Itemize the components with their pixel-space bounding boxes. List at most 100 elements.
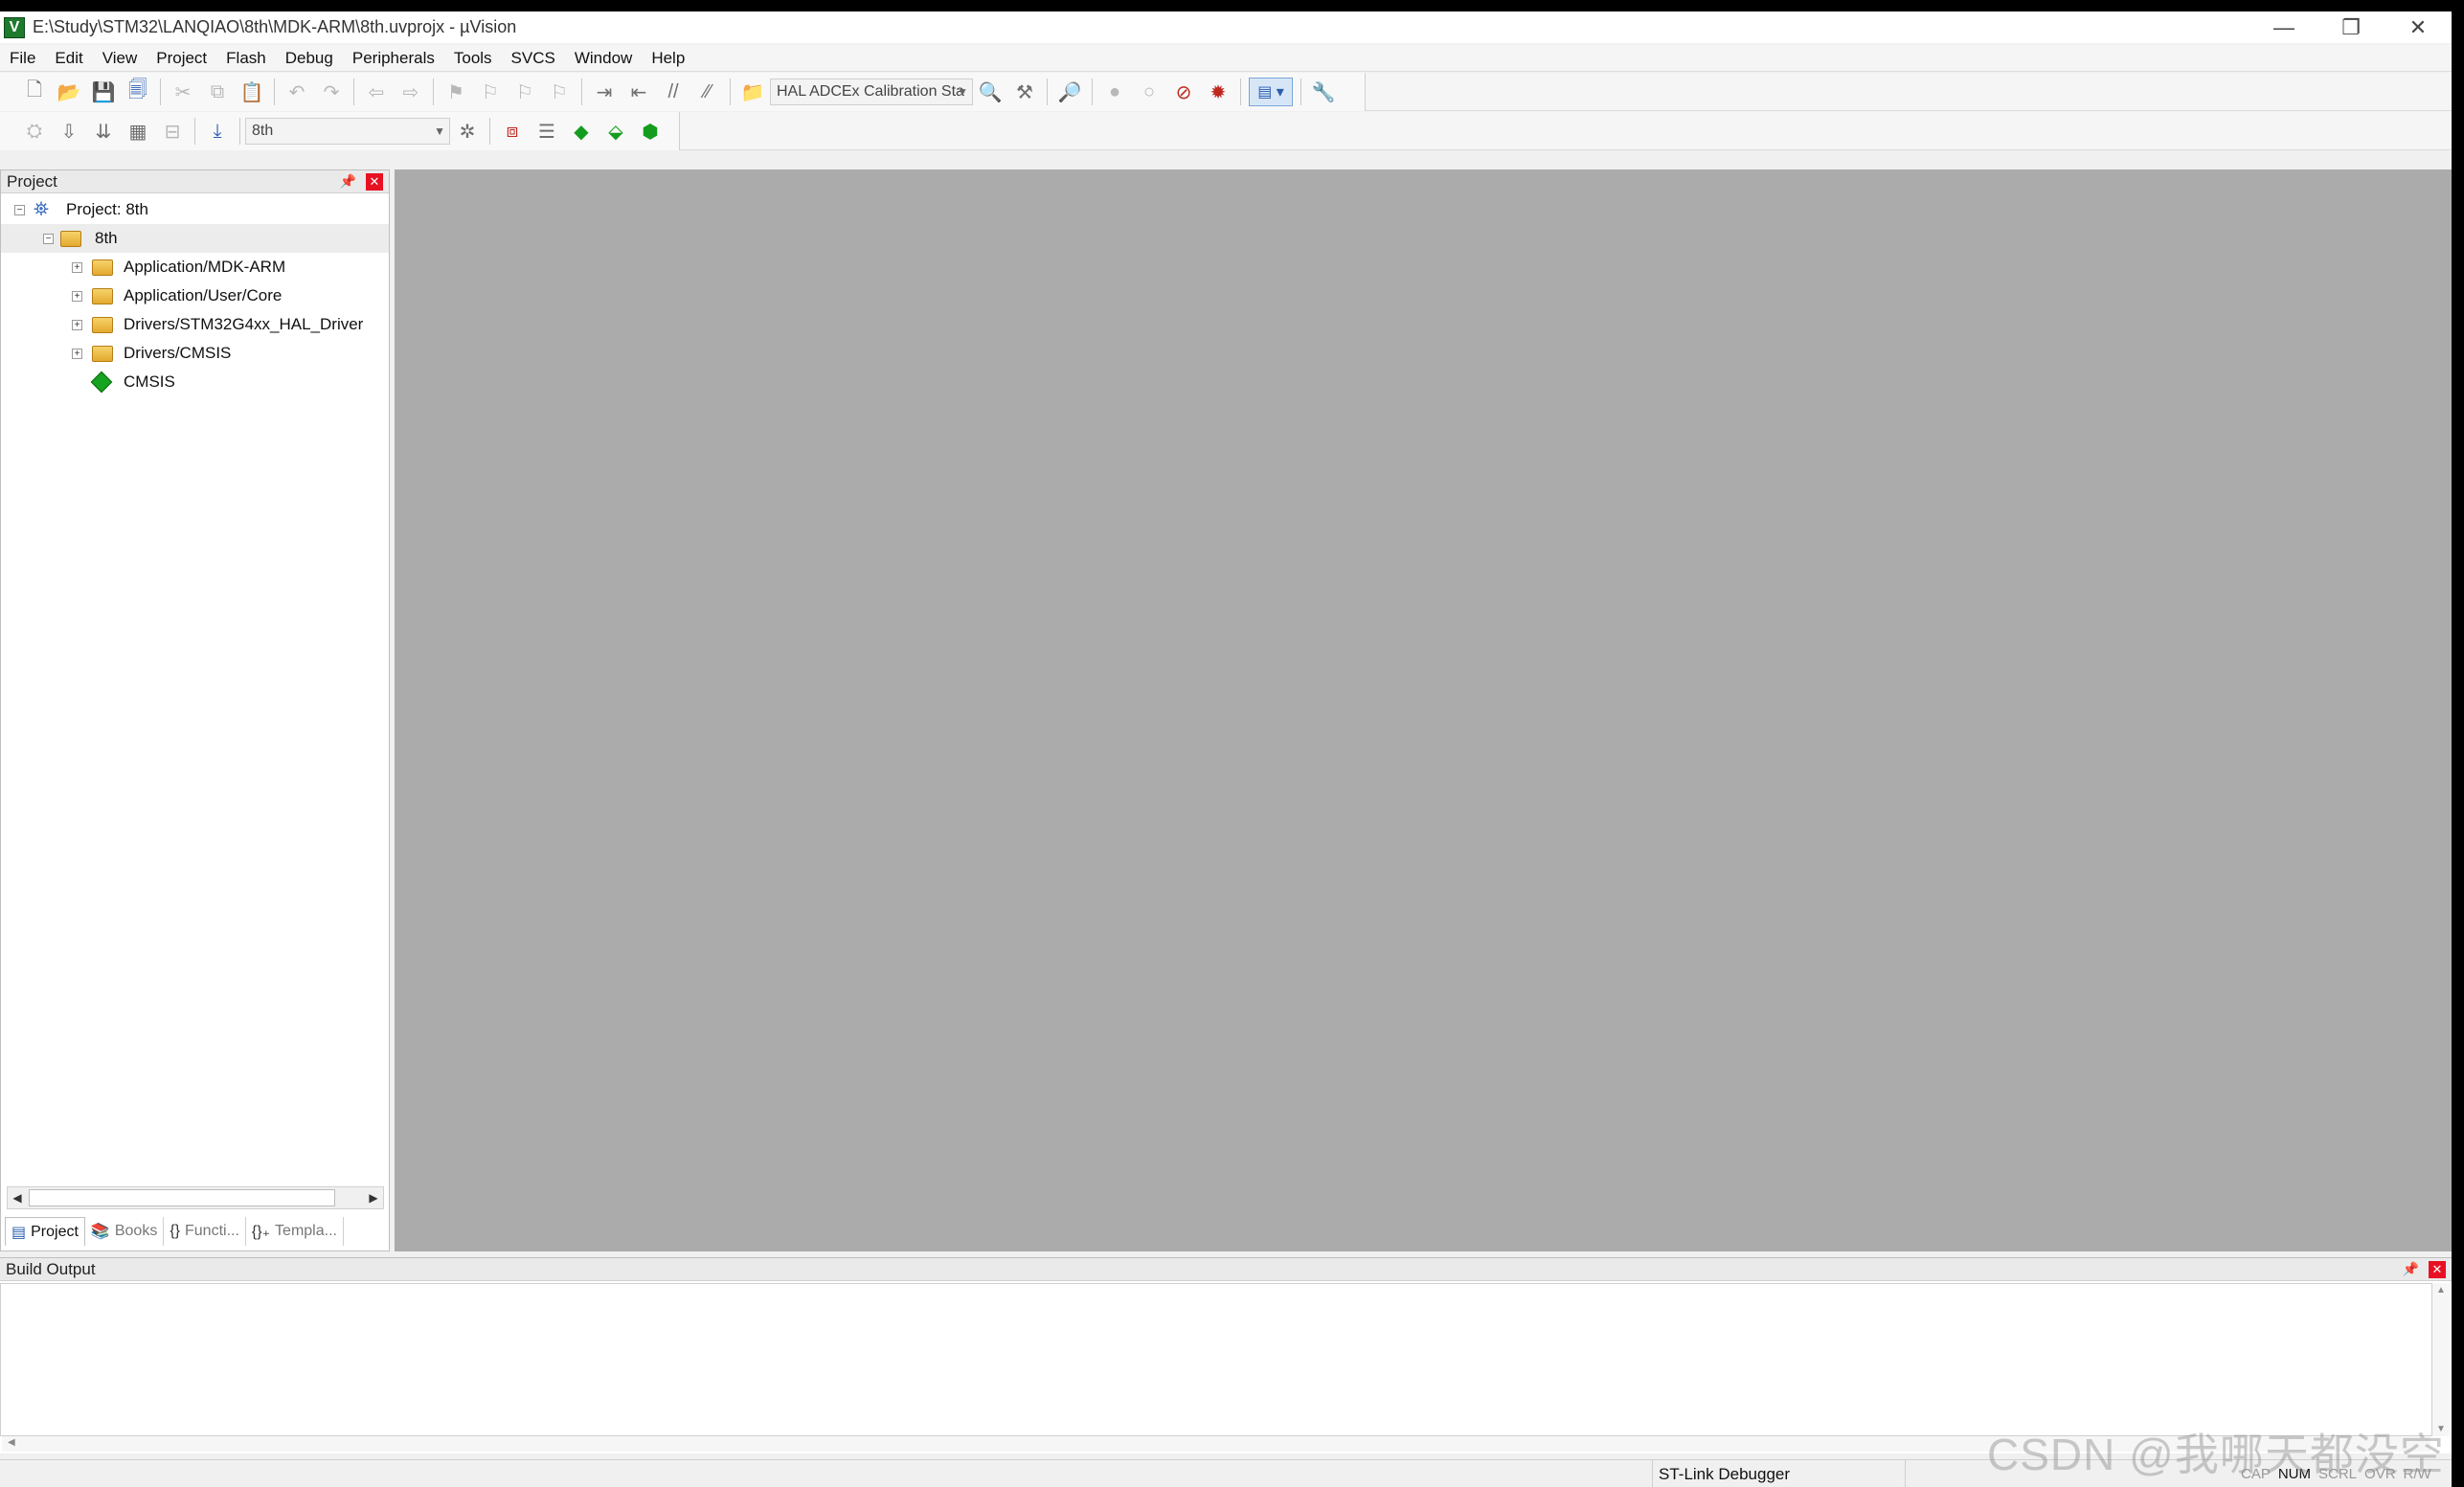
save-all-icon[interactable]: 🗐 — [124, 78, 152, 106]
bookmark-icon[interactable]: ⚑ — [441, 78, 470, 106]
editor-area[interactable] — [395, 169, 2452, 1251]
tree-label: Drivers/STM32G4xx_HAL_Driver — [124, 315, 364, 333]
navigate-back-icon[interactable]: ⇦ — [362, 78, 391, 106]
scroll-left-icon[interactable]: ◀ — [8, 1187, 27, 1208]
find-icon[interactable]: 🔍 — [976, 78, 1005, 106]
close-panel-icon[interactable]: ✕ — [2429, 1261, 2446, 1278]
tree-row-component[interactable]: CMSIS — [1, 368, 389, 396]
menu-file[interactable]: File — [0, 45, 45, 72]
close-panel-icon[interactable]: ✕ — [366, 173, 383, 191]
redo-icon[interactable]: ↷ — [317, 78, 346, 106]
kill-breakpoints-icon[interactable]: ✹ — [1204, 78, 1232, 106]
vertical-scrollbar[interactable]: ▲ ▼ — [2432, 1283, 2450, 1436]
clear-bookmarks-icon[interactable]: ⚐ — [545, 78, 574, 106]
enable-breakpoint-icon[interactable]: ○ — [1135, 78, 1164, 106]
menu-flash[interactable]: Flash — [216, 45, 276, 72]
menu-project[interactable]: Project — [147, 45, 216, 72]
open-file-icon[interactable]: 📂 — [55, 78, 83, 106]
restore-button[interactable]: ❐ — [2317, 11, 2385, 43]
tree-row-project-root[interactable]: − ⛯ Project: 8th — [1, 195, 389, 224]
minimize-button[interactable]: — — [2250, 11, 2317, 43]
new-file-icon[interactable]: 🗋 — [20, 78, 49, 106]
menu-edit[interactable]: Edit — [45, 45, 92, 72]
cut-icon[interactable]: ✂ — [169, 78, 197, 106]
menu-peripherals[interactable]: Peripherals — [343, 45, 444, 72]
menu-view[interactable]: View — [93, 45, 147, 72]
build-toolbar: ⛭ ⇩ ⇊ ▦ ⊟ ⤓ 8th ▼ ✲ ⧈ ☰ ◆ ⬙ ⬢ — [0, 112, 2452, 150]
pin-icon[interactable]: 📌 — [340, 173, 356, 190]
incremental-find-icon[interactable]: ⚒ — [1010, 78, 1039, 106]
tree-row-group[interactable]: + Drivers/CMSIS — [1, 339, 389, 368]
build-toolbar-strip: ⛭ ⇩ ⇊ ▦ ⊟ ⤓ 8th ▼ ✲ ⧈ ☰ ◆ ⬙ ⬢ — [0, 112, 680, 150]
pin-icon[interactable]: 📌 — [2403, 1261, 2419, 1277]
folder-icon — [92, 345, 113, 362]
build-output-text[interactable] — [0, 1283, 2432, 1436]
manage-multi-project-icon[interactable]: ☰ — [532, 117, 561, 146]
next-bookmark-icon[interactable]: ⚐ — [510, 78, 539, 106]
select-software-packs-icon[interactable]: ⬙ — [601, 117, 630, 146]
target-select-value: 8th — [252, 123, 274, 139]
configure-icon[interactable]: 🔧 — [1309, 78, 1338, 106]
toolbar-separator — [1047, 79, 1048, 105]
translate-icon[interactable]: ⛭ — [20, 117, 49, 146]
close-button[interactable]: ✕ — [2385, 11, 2452, 43]
stop-build-icon[interactable]: ⊟ — [158, 117, 187, 146]
file-toolbar-strip: 🗋 📂 💾 🗐 ✂ ⧉ 📋 ↶ ↷ ⇦ ⇨ ⚑ ⚐ ⚐ ⚐ ⇥ ⇤ // ⁄⁄ — [0, 73, 1366, 111]
scroll-left-icon[interactable]: ◀ — [8, 1437, 15, 1448]
expand-icon[interactable]: + — [72, 261, 82, 273]
scrollbar-thumb[interactable] — [29, 1189, 335, 1206]
menu-help[interactable]: Help — [642, 45, 694, 72]
tree-label: Application/User/Core — [124, 286, 283, 304]
tab-books[interactable]: 📚 Books — [85, 1217, 165, 1246]
paste-icon[interactable]: 📋 — [237, 78, 266, 106]
download-load-icon[interactable]: ⤓ — [203, 117, 232, 146]
copy-icon[interactable]: ⧉ — [203, 78, 232, 106]
tab-label: Books — [114, 1223, 158, 1239]
window-layout-button[interactable]: ▤ ▾ — [1249, 78, 1293, 106]
horizontal-scrollbar[interactable]: ◀ ▶ — [7, 1186, 384, 1209]
rebuild-icon[interactable]: ⇊ — [89, 117, 118, 146]
pack-installer-icon[interactable]: ⬢ — [636, 117, 665, 146]
menu-svcs[interactable]: SVCS — [502, 45, 565, 72]
file-extensions-icon[interactable]: ⧈ — [498, 117, 527, 146]
scroll-up-icon[interactable]: ▲ — [2432, 1285, 2450, 1295]
indent-icon[interactable]: ⇥ — [590, 78, 619, 106]
save-icon[interactable]: 💾 — [89, 78, 118, 106]
insert-breakpoint-icon[interactable]: ● — [1100, 78, 1129, 106]
uncomment-icon[interactable]: ⁄⁄ — [693, 78, 722, 106]
menu-debug[interactable]: Debug — [276, 45, 343, 72]
tree-row-group[interactable]: + Drivers/STM32G4xx_HAL_Driver — [1, 310, 389, 339]
collapse-icon[interactable]: − — [14, 204, 25, 215]
undo-icon[interactable]: ↶ — [283, 78, 311, 106]
tree-label: Project: 8th — [66, 200, 148, 218]
tab-project[interactable]: ▤ Project — [5, 1217, 85, 1246]
find-combo[interactable]: HAL ADCEx Calibration Sta ▼ — [770, 79, 973, 105]
tree-row-target[interactable]: − 8th — [1, 224, 389, 253]
find-in-files-icon[interactable]: 📁 — [738, 78, 767, 106]
expand-icon[interactable]: + — [72, 348, 82, 359]
batch-build-icon[interactable]: ▦ — [124, 117, 152, 146]
menu-bar: File Edit View Project Flash Debug Perip… — [0, 45, 2452, 72]
expand-icon[interactable]: + — [72, 319, 82, 330]
menu-tools[interactable]: Tools — [444, 45, 502, 72]
expand-icon[interactable]: + — [72, 290, 82, 302]
disable-breakpoints-icon[interactable]: ⊘ — [1169, 78, 1198, 106]
manage-run-time-env-icon[interactable]: ◆ — [567, 117, 596, 146]
prev-bookmark-icon[interactable]: ⚐ — [476, 78, 505, 106]
comment-icon[interactable]: // — [659, 78, 688, 106]
target-options-icon[interactable]: ✲ — [453, 117, 482, 146]
tree-label: Application/MDK-ARM — [124, 258, 286, 276]
tab-functions[interactable]: {} Functi... — [164, 1217, 246, 1246]
tab-templates[interactable]: {}₊ Templa... — [246, 1217, 344, 1246]
collapse-icon[interactable]: − — [43, 233, 54, 244]
scroll-right-icon[interactable]: ▶ — [364, 1187, 383, 1208]
tree-row-group[interactable]: + Application/MDK-ARM — [1, 253, 389, 282]
tree-row-group[interactable]: + Application/User/Core — [1, 282, 389, 310]
menu-window[interactable]: Window — [565, 45, 642, 72]
target-select[interactable]: 8th ▼ — [245, 118, 450, 145]
project-icon: ⛯ — [34, 198, 49, 220]
debug-session-icon[interactable]: 🔎 — [1055, 78, 1084, 106]
navigate-forward-icon[interactable]: ⇨ — [396, 78, 425, 106]
unindent-icon[interactable]: ⇤ — [624, 78, 653, 106]
build-icon[interactable]: ⇩ — [55, 117, 83, 146]
